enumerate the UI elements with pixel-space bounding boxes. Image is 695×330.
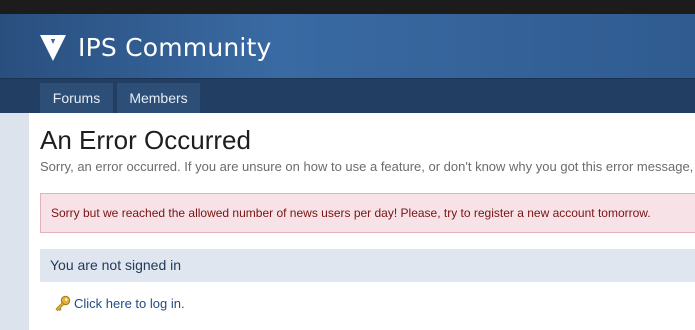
error-message-box: Sorry but we reached the allowed number … (40, 193, 695, 233)
site-logo[interactable]: IPS Community (40, 33, 272, 62)
left-gutter (0, 113, 29, 330)
tab-forums[interactable]: Forums (40, 83, 113, 114)
site-header: IPS Community (0, 14, 695, 78)
site-logo-text: IPS Community (78, 33, 272, 62)
content-area: An Error Occurred Sorry, an error occurr… (29, 113, 695, 330)
signin-heading: You are not signed in (40, 249, 695, 282)
page-title: An Error Occurred (40, 125, 251, 155)
login-link[interactable]: Click here to log in. (74, 296, 185, 311)
page-description: Sorry, an error occurred. If you are uns… (40, 159, 694, 174)
tab-members[interactable]: Members (117, 83, 200, 114)
login-row[interactable]: Click here to log in. (54, 295, 185, 312)
ips-v-logo-icon (40, 34, 66, 61)
key-icon (55, 295, 71, 312)
browser-top-strip (0, 0, 695, 14)
main-nav: Forums Members (0, 78, 695, 114)
